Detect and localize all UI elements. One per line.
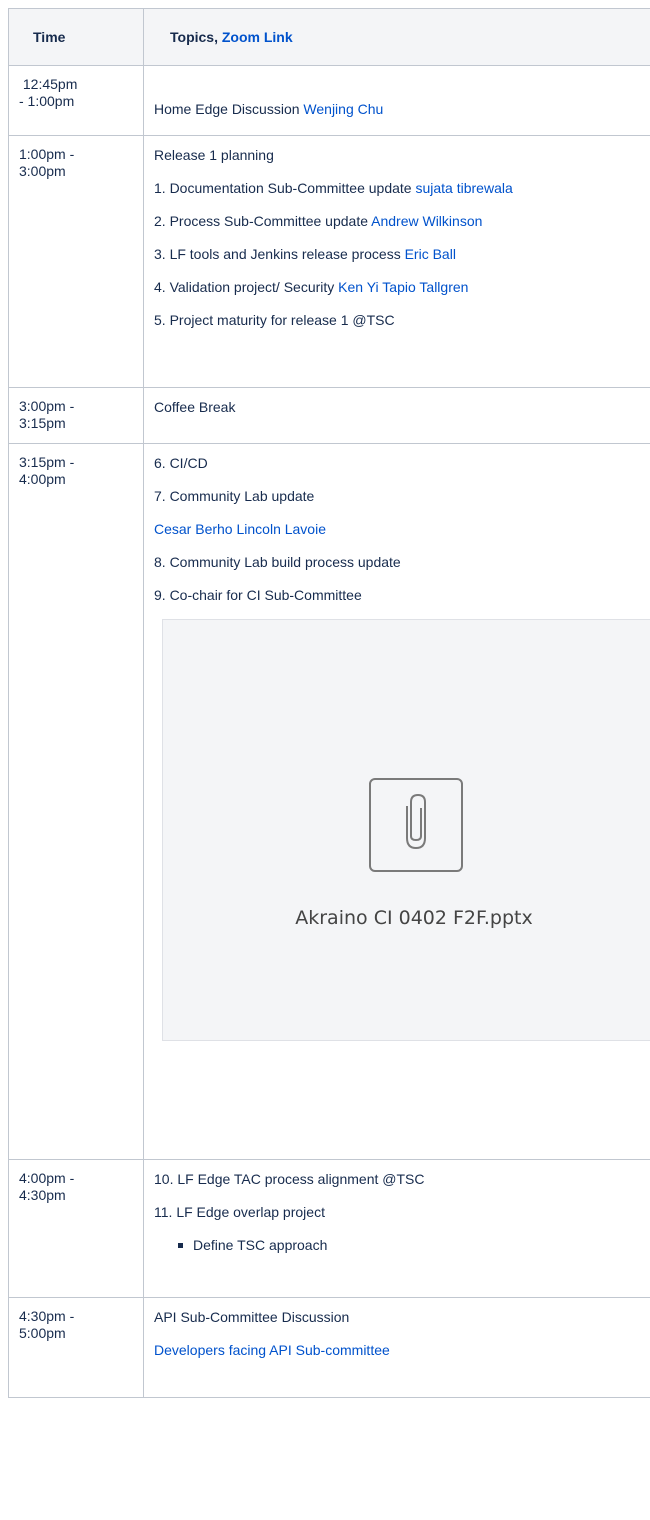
table-row: 1:00pm - 3:00pm Release 1 planning 1. Do… (8, 135, 650, 388)
bullet-item: Define TSC approach (178, 1236, 647, 1255)
time-cell: 3:15pm - 4:00pm (8, 443, 144, 1160)
topic-text: 3. LF tools and Jenkins release process (154, 246, 401, 262)
time-start: 1:00pm - (19, 146, 75, 162)
topic-line: 1. Documentation Sub-Committee update su… (154, 179, 647, 198)
topic-text: 1. Documentation Sub-Committee update (154, 180, 412, 196)
time-cell: 4:00pm - 4:30pm (8, 1159, 144, 1298)
paperclip-icon (369, 778, 463, 872)
topic-line: Coffee Break (154, 399, 236, 415)
user-link[interactable]: sujata tibrewala (415, 180, 512, 196)
table-row: 4:00pm - 4:30pm 10. LF Edge TAC process … (8, 1159, 650, 1298)
topic-text: 4. Validation project/ Security (154, 279, 335, 295)
table-row: 12:45pm - 1:00pm Home Edge Discussion We… (8, 65, 650, 136)
topics-cell: Release 1 planning 1. Documentation Sub-… (143, 135, 650, 388)
table-header-row: Time Topics, Zoom Link (8, 8, 650, 66)
topics-cell: Home Edge Discussion Wenjing Chu (143, 65, 650, 136)
user-link[interactable]: Andrew Wilkinson (371, 213, 482, 229)
topics-cell: API Sub-Committee Discussion Developers … (143, 1297, 650, 1398)
time-end: 3:15pm (19, 415, 66, 431)
topic-line: 10. LF Edge TAC process alignment @TSC (154, 1171, 425, 1187)
topic-line: Release 1 planning (154, 147, 274, 163)
time-end: 4:30pm (19, 1187, 66, 1203)
topic-line: 11. LF Edge overlap project (154, 1204, 325, 1220)
topics-cell: Coffee Break (143, 387, 650, 444)
paperclip-glyph (406, 793, 426, 850)
time-start: 4:30pm - (19, 1308, 75, 1324)
topic-line: Developers facing API Sub-committee (154, 1341, 647, 1360)
topic-line: API Sub-Committee Discussion (154, 1309, 350, 1325)
time-cell: 12:45pm - 1:00pm (8, 65, 144, 136)
bullet-square-icon (178, 1243, 183, 1248)
user-link[interactable]: Lincoln Lavoie (236, 521, 326, 537)
topic-line: 5. Project maturity for release 1 @TSC (154, 312, 395, 328)
time-cell: 1:00pm - 3:00pm (8, 135, 144, 388)
topic-line: 2. Process Sub-Committee update Andrew W… (154, 212, 647, 231)
topic-text: Home Edge Discussion (154, 101, 300, 117)
zoom-link[interactable]: Zoom Link (222, 29, 293, 45)
table-row: 3:00pm - 3:15pm Coffee Break (8, 387, 650, 444)
attachment-filename: Akraino CI 0402 F2F.pptx (295, 907, 533, 929)
user-link[interactable]: Ken Yi (338, 279, 378, 295)
topic-line: 7. Community Lab update (154, 488, 315, 504)
time-start: 4:00pm - (19, 1170, 75, 1186)
topic-line: Home Edge Discussion Wenjing Chu (154, 100, 647, 119)
topic-line: 9. Co-chair for CI Sub-Committee (154, 587, 362, 603)
bullet-text: Define TSC approach (193, 1237, 328, 1253)
topics-cell: 10. LF Edge TAC process alignment @TSC 1… (143, 1159, 650, 1298)
time-end: - 1:00pm (19, 93, 75, 109)
topics-cell: 6. CI/CD 7. Community Lab update Cesar B… (143, 443, 650, 1160)
time-start: 3:15pm - (19, 454, 75, 470)
time-cell: 3:00pm - 3:15pm (8, 387, 144, 444)
time-cell: 4:30pm - 5:00pm (8, 1297, 144, 1398)
user-link[interactable]: Tapio Tallgren (382, 279, 468, 295)
time-end: 5:00pm (19, 1325, 66, 1341)
topic-line: 8. Community Lab build process update (154, 554, 401, 570)
topic-line: Cesar Berho Lincoln Lavoie (154, 520, 647, 539)
topics-header-label: Topics, (170, 29, 218, 45)
table-row: 3:15pm - 4:00pm 6. CI/CD 7. Community La… (8, 443, 650, 1160)
time-end: 4:00pm (19, 471, 66, 487)
topic-line: 4. Validation project/ Security Ken Yi T… (154, 278, 647, 297)
table-row: 4:30pm - 5:00pm API Sub-Committee Discus… (8, 1297, 650, 1398)
topic-line: 3. LF tools and Jenkins release process … (154, 245, 647, 264)
agenda-table: Time Topics, Zoom Link 12:45pm - 1:00pm … (8, 8, 650, 1398)
topic-line: 6. CI/CD (154, 455, 208, 471)
time-start: 12:45pm (19, 76, 78, 92)
user-link[interactable]: Cesar Berho (154, 521, 233, 537)
page-link[interactable]: Developers facing API Sub-committee (154, 1342, 390, 1358)
topic-text: 2. Process Sub-Committee update (154, 213, 368, 229)
time-column-header: Time (8, 8, 144, 66)
attachment-preview[interactable]: Akraino CI 0402 F2F.pptx (162, 619, 650, 1041)
time-start: 3:00pm - (19, 398, 75, 414)
user-link[interactable]: Wenjing Chu (303, 101, 383, 117)
user-link[interactable]: Eric Ball (405, 246, 456, 262)
topics-column-header: Topics, Zoom Link (143, 8, 650, 66)
time-end: 3:00pm (19, 163, 66, 179)
